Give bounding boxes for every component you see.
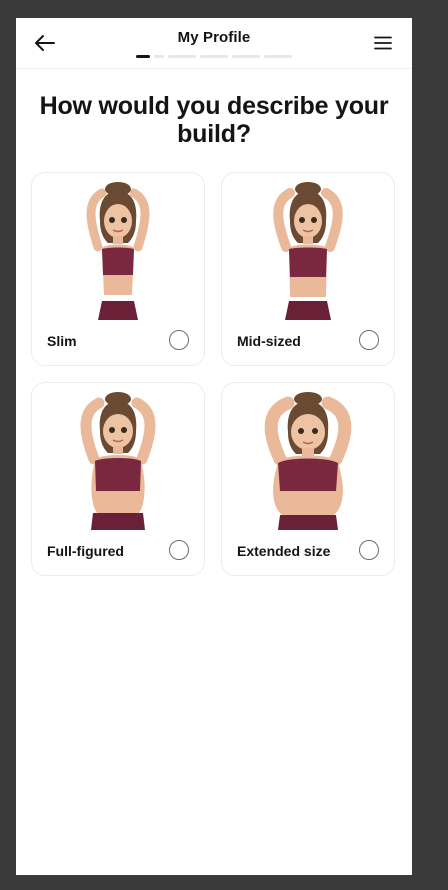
slim-body-figure (32, 177, 204, 320)
option-radio[interactable] (359, 330, 379, 350)
avatar (273, 182, 343, 320)
option-label: Full-figured (47, 543, 124, 559)
avatar (86, 182, 150, 320)
menu-button[interactable] (370, 30, 396, 56)
option-card-mid-sized[interactable]: Mid-sized (221, 172, 395, 366)
step-progress (136, 55, 292, 58)
option-label: Extended size (237, 543, 331, 559)
extended-size-body-figure (222, 387, 394, 530)
progress-segment (232, 55, 260, 58)
option-card-extended-size[interactable]: Extended size (221, 382, 395, 576)
option-card-full-figured[interactable]: Full-figured (31, 382, 205, 576)
avatar (264, 392, 352, 530)
progress-segment (200, 55, 228, 58)
option-label: Slim (47, 333, 77, 349)
full-figured-body-figure (32, 387, 204, 530)
progress-segment (168, 55, 196, 58)
page-title: My Profile (177, 29, 251, 46)
option-card-slim[interactable]: Slim (31, 172, 205, 366)
hamburger-menu-icon (374, 36, 392, 50)
header: My Profile (16, 18, 412, 69)
option-radio[interactable] (169, 330, 189, 350)
option-radio[interactable] (169, 540, 189, 560)
question-heading: How would you describe your build? (39, 92, 389, 148)
progress-segment-active (136, 55, 150, 58)
progress-segment (154, 55, 164, 58)
option-radio[interactable] (359, 540, 379, 560)
avatar (80, 392, 156, 530)
option-label: Mid-sized (237, 333, 301, 349)
app-screen: My Profile How would you describe your b… (16, 18, 412, 875)
progress-segment (264, 55, 292, 58)
mid-sized-body-figure (222, 177, 394, 320)
